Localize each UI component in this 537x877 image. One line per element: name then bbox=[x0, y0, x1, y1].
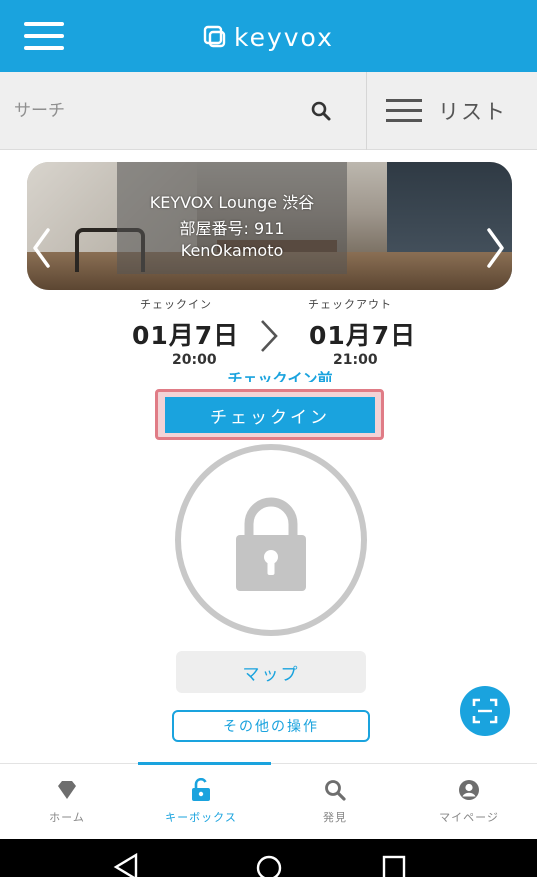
app-logo: keyvox bbox=[202, 20, 334, 54]
checkin-time: 20:00 bbox=[172, 352, 217, 368]
tab-keybox-label: キーボックス bbox=[165, 811, 237, 824]
tab-keybox[interactable]: キーボックス bbox=[134, 763, 268, 839]
list-icon bbox=[386, 99, 422, 123]
checkin-caption: チェックイン bbox=[140, 298, 212, 311]
arrow-right-icon bbox=[261, 320, 278, 352]
person-circle-icon bbox=[459, 780, 479, 800]
previous-chevron-icon[interactable] bbox=[30, 226, 54, 270]
diamond-icon bbox=[58, 781, 76, 799]
checkin-date: 01月7日 bbox=[132, 321, 240, 350]
search-input[interactable] bbox=[14, 92, 324, 130]
padlock-icon bbox=[236, 497, 306, 591]
list-view-button[interactable]: リスト bbox=[386, 90, 507, 132]
hamburger-menu-icon[interactable] bbox=[24, 22, 64, 52]
other-actions-button[interactable]: その他の操作 bbox=[172, 710, 370, 742]
qr-scan-button[interactable] bbox=[460, 686, 510, 736]
search-divider bbox=[366, 72, 367, 150]
scan-icon bbox=[472, 698, 498, 724]
list-label: リスト bbox=[438, 100, 507, 124]
user-name: KenOkamoto bbox=[180, 241, 284, 260]
tab-discover-label: 発見 bbox=[323, 811, 347, 824]
tab-home-label: ホーム bbox=[49, 811, 85, 824]
next-chevron-icon[interactable] bbox=[483, 226, 507, 270]
tab-mypage-label: マイページ bbox=[439, 811, 499, 824]
checkout-date: 01月7日 bbox=[309, 321, 417, 350]
tab-mypage[interactable]: マイページ bbox=[402, 763, 536, 839]
search-bar: リスト bbox=[0, 72, 537, 150]
checkout-time: 21:00 bbox=[333, 352, 378, 368]
search-icon[interactable] bbox=[310, 100, 332, 122]
room-number: 部屋番号: 911 bbox=[179, 219, 285, 238]
keyvox-logo-icon bbox=[203, 25, 226, 48]
tab-home[interactable]: ホーム bbox=[0, 763, 134, 839]
tab-discover[interactable]: 発見 bbox=[268, 763, 402, 839]
recents-square-icon[interactable] bbox=[380, 853, 410, 877]
back-icon[interactable] bbox=[112, 853, 142, 877]
discover-search-icon bbox=[325, 780, 346, 801]
unlocked-padlock-icon bbox=[192, 778, 210, 801]
checkin-button[interactable]: チェックイン bbox=[165, 397, 375, 433]
map-button[interactable]: マップ bbox=[176, 651, 366, 693]
checkout-caption: チェックアウト bbox=[308, 298, 392, 311]
app-header: keyvox bbox=[0, 0, 537, 72]
location-name: KEYVOX Lounge 渋谷 bbox=[149, 193, 315, 212]
logo-text: keyvox bbox=[234, 22, 334, 52]
checkin-status: チェックイン前 bbox=[227, 370, 333, 382]
home-circle-icon[interactable] bbox=[254, 853, 284, 877]
